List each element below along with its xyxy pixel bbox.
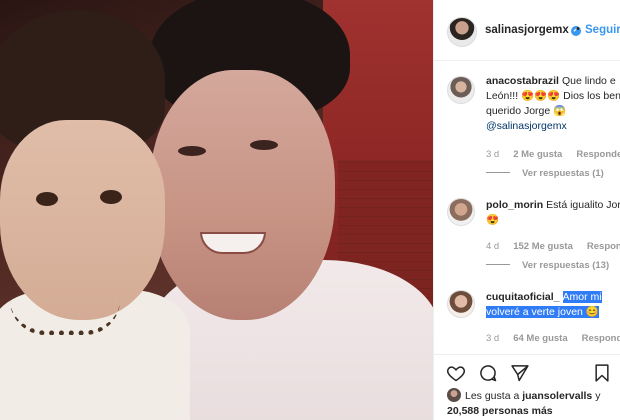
owner-avatar[interactable] [447, 17, 477, 47]
comment-likes[interactable]: 64 Me gusta [513, 333, 567, 344]
comment-time[interactable]: 3 d [486, 333, 499, 344]
comment-meta: 4 d 152 Me gusta Responde [486, 241, 620, 252]
comment-avatar[interactable] [447, 290, 475, 318]
photo-man-left-eye [178, 146, 206, 156]
owner-username[interactable]: salinasjorgemx ✓ [485, 24, 581, 36]
comment-avatar[interactable] [447, 76, 475, 104]
comment-body: cuquitaoficial_ Amor mi volveré a verte j… [486, 290, 620, 320]
comment-reply-button[interactable]: Responde [587, 241, 620, 252]
comment-username[interactable]: cuquitaoficial_ [486, 291, 560, 303]
comment-meta: 3 d 64 Me gusta Responde [486, 333, 620, 344]
view-replies-button[interactable]: Ver respuestas (13) [486, 260, 609, 271]
comment-reply-button[interactable]: Responde [582, 333, 620, 344]
post-header: salinasjorgemx ✓ • Seguir [434, 0, 620, 61]
post-side-panel: salinasjorgemx ✓ • Seguir anacostabrazil Q… [433, 0, 620, 420]
post-actions-bar [434, 354, 620, 385]
view-replies-button[interactable]: Ver respuestas (1) [486, 168, 604, 179]
comment-avatar[interactable] [447, 198, 475, 226]
liker-avatar[interactable] [447, 388, 461, 402]
heart-icon[interactable] [446, 363, 466, 383]
comment-body: polo_morinEstá igualito Jorge! 😍 [486, 198, 620, 228]
comment-username[interactable]: anacostabrazil [486, 75, 559, 87]
likes-connector: y [595, 390, 601, 402]
comment-likes[interactable]: 2 Me gusta [513, 149, 562, 160]
photo-boy-face [0, 120, 165, 320]
comment-username[interactable]: polo_morin [486, 199, 543, 211]
likes-count[interactable]: 20,588 personas más [447, 405, 553, 417]
liker-username[interactable]: juansolervalls [522, 390, 592, 402]
share-icon[interactable] [510, 363, 530, 383]
comment-reply-button[interactable]: Responde [576, 149, 620, 160]
comment-likes[interactable]: 152 Me gusta [513, 241, 573, 252]
comment-time[interactable]: 3 d [486, 149, 499, 160]
photo-man-face [150, 70, 335, 320]
header-separator: • [576, 23, 580, 35]
post-photo[interactable] [0, 0, 433, 420]
photo-boy-right-eye [100, 190, 122, 204]
bookmark-icon[interactable] [592, 363, 612, 383]
photo-man-right-eye [250, 140, 278, 150]
view-replies-text[interactable]: Ver respuestas (13) [522, 260, 609, 271]
likes-prefix: Les gusta a [465, 390, 520, 402]
comment-mention[interactable]: @salinasjorgemx [486, 120, 567, 132]
comment-time[interactable]: 4 d [486, 241, 499, 252]
likes-summary: Les gusta a juansolervalls y 20,588 pers… [447, 388, 620, 419]
follow-button[interactable]: Seguir [585, 24, 620, 36]
owner-username-text[interactable]: salinasjorgemx [485, 24, 569, 36]
comment-meta: 3 d 2 Me gusta Responde [486, 149, 620, 160]
replies-line-divider [486, 264, 510, 265]
comment-body: anacostabrazil Que lindo e León!!! 😍😍😍 Di… [486, 74, 620, 138]
photo-boy-left-eye [36, 192, 58, 206]
replies-line-divider [486, 172, 510, 173]
comment-bubble-icon[interactable] [478, 363, 498, 383]
view-replies-text[interactable]: Ver respuestas (1) [522, 168, 604, 179]
